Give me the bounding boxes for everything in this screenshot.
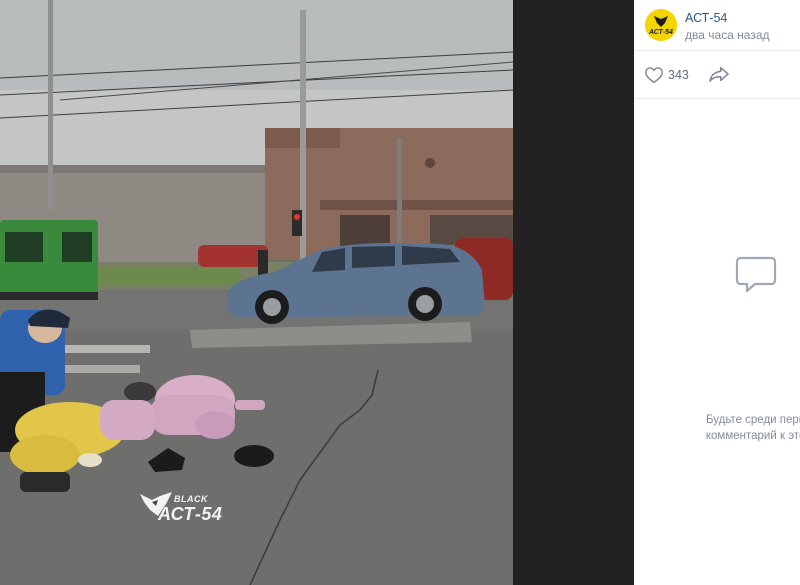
photo-watermark: BLACK АСТ-54	[138, 490, 228, 526]
avatar[interactable]: АСТ-54	[645, 9, 677, 41]
share-arrow-icon	[709, 66, 729, 83]
post-info-panel: АСТ-54 АСТ-54 два часа назад 343 Будьте …	[634, 0, 800, 585]
watermark-big-text: АСТ-54	[158, 504, 223, 524]
empty-comments-line-2: комментарий к этой фото	[705, 430, 800, 442]
comments-area	[634, 98, 800, 585]
street-scene-image	[0, 0, 513, 585]
share-button[interactable]	[708, 65, 730, 88]
viewer-background	[513, 0, 634, 585]
author-name-link[interactable]: АСТ-54	[685, 11, 727, 25]
heart-icon	[645, 67, 663, 84]
like-count: 343	[668, 68, 689, 82]
avatar-logo-text: АСТ-54	[648, 29, 673, 36]
watermark-small-text: BLACK	[174, 494, 208, 504]
post-time[interactable]: два часа назад	[685, 28, 770, 42]
post-actions: 343	[634, 51, 800, 99]
post-photo[interactable]: BLACK АСТ-54	[0, 0, 513, 585]
like-button[interactable]: 343	[644, 65, 689, 85]
avatar-logo-icon: АСТ-54	[645, 9, 677, 41]
empty-comments-message: Будьте среди первых, кто комментарий к э…	[674, 412, 800, 444]
comment-bubble-icon	[735, 256, 777, 293]
post-header: АСТ-54 АСТ-54 два часа назад	[634, 0, 800, 51]
empty-comments-line-1: Будьте среди первых, кто	[705, 414, 800, 426]
